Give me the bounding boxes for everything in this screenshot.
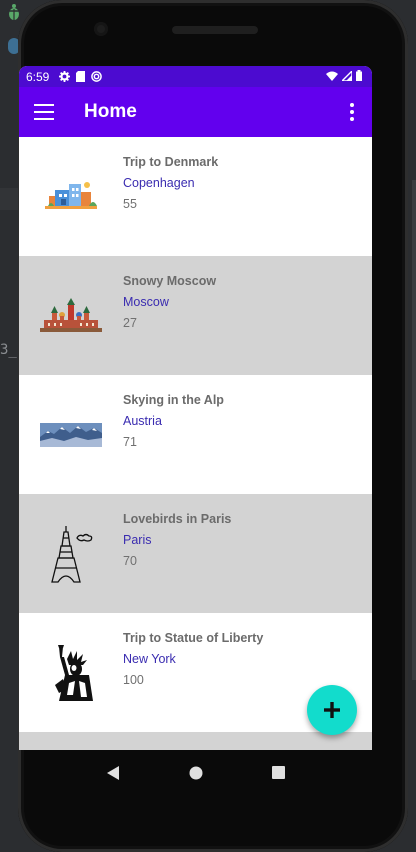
trip-value: 100 [123,673,144,687]
system-nav-bar [19,750,372,795]
trip-row-moscow[interactable]: Snowy Moscow Moscow 27 [19,256,372,375]
alps-mountains-icon [19,375,123,494]
trip-name: Trip to Denmark [123,155,219,169]
plus-icon [324,702,340,718]
wifi-icon [326,70,338,84]
trip-row-partial[interactable] [19,732,372,750]
trip-row-paris[interactable]: Lovebirds in Paris Paris 70 [19,494,372,613]
trip-value: 70 [123,554,137,568]
trip-place: Moscow [123,295,169,309]
front-camera [94,22,108,36]
trip-row-denmark[interactable]: Trip to Denmark Copenhagen 55 [19,137,372,256]
status-time: 6:59 [26,69,50,84]
trip-name: Snowy Moscow [123,274,217,288]
add-trip-button[interactable] [307,685,357,735]
signal-icon [340,68,353,84]
ide-scrollbar [412,180,416,680]
trip-place: Austria [123,414,162,428]
trip-list: Trip to Denmark Copenhagen 55 Snowy Mosc… [19,137,372,750]
trip-place: New York [123,652,176,666]
trip-value: 27 [123,316,137,330]
trip-name: Trip to Statue of Liberty [123,631,264,645]
overflow-menu-icon[interactable] [342,102,362,122]
app-bar: Home [19,87,372,137]
app-screen: 6:59 Home Trip to Denmark Copenhagen 55 … [19,66,372,750]
trip-place: Paris [123,533,152,547]
trip-value: 71 [123,435,137,449]
trip-name: Skying in the Alp [123,393,224,407]
battery-icon [356,69,362,84]
eiffel-tower-icon [19,494,123,613]
sync-icon [91,71,103,82]
debug-bug-icon [7,4,21,20]
status-bar: 6:59 [19,66,372,87]
earpiece-speaker [172,26,258,34]
trip-value: 55 [123,197,137,211]
sd-card-icon [76,71,86,82]
recents-icon[interactable] [264,758,294,788]
trip-name: Lovebirds in Paris [123,512,232,526]
page-title: Home [84,101,137,122]
moscow-kremlin-icon [19,256,123,375]
hamburger-menu-icon[interactable] [34,104,54,120]
trip-place: Copenhagen [123,176,195,190]
trip-row-alps[interactable]: Skying in the Alp Austria 71 [19,375,372,494]
gear-icon [59,71,71,82]
home-icon[interactable] [181,758,211,788]
ide-code-fragment: 3_ [0,342,17,358]
statue-of-liberty-icon [19,613,123,732]
back-icon[interactable] [98,758,128,788]
copenhagen-illustration-icon [19,137,123,256]
